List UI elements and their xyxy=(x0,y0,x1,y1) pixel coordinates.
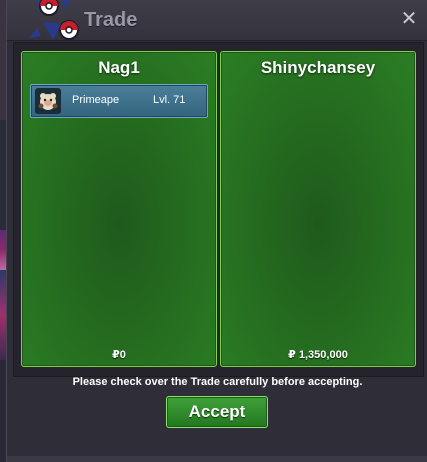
player-name-left: Nag1 xyxy=(98,58,140,77)
partner-offer-panel: Shinychansey ₽ 1,350,000 xyxy=(220,51,416,367)
close-icon: ✕ xyxy=(400,8,418,30)
trade-item-row[interactable]: Primeape Lvl. 71 xyxy=(30,84,208,118)
trade-window: Trade ✕ Nag1 Primeape Lvl. 71 ₽0 Shinych… xyxy=(6,0,427,462)
player-name-right: Shinychansey xyxy=(260,58,376,77)
money-offer-right: ₽ 1,350,000 xyxy=(288,349,348,361)
money-offer-left: ₽0 xyxy=(112,349,126,361)
primeape-sprite-icon xyxy=(35,88,61,114)
trade-content: Nag1 Primeape Lvl. 71 ₽0 Shinychansey ₽ … xyxy=(13,42,424,377)
window-bottom-border xyxy=(7,456,427,462)
title-bar[interactable]: Trade ✕ xyxy=(7,0,427,41)
window-title: Trade xyxy=(84,9,138,31)
accept-button[interactable]: Accept xyxy=(166,396,268,428)
pokeball-logo-icon xyxy=(29,0,79,40)
item-name: Primeape xyxy=(72,94,120,106)
trade-notice: Please check over the Trade carefully be… xyxy=(72,376,363,388)
my-offer-panel: Nag1 Primeape Lvl. 71 ₽0 xyxy=(21,51,217,367)
item-level: Lvl. 71 xyxy=(153,94,186,106)
close-button[interactable]: ✕ xyxy=(398,8,420,30)
